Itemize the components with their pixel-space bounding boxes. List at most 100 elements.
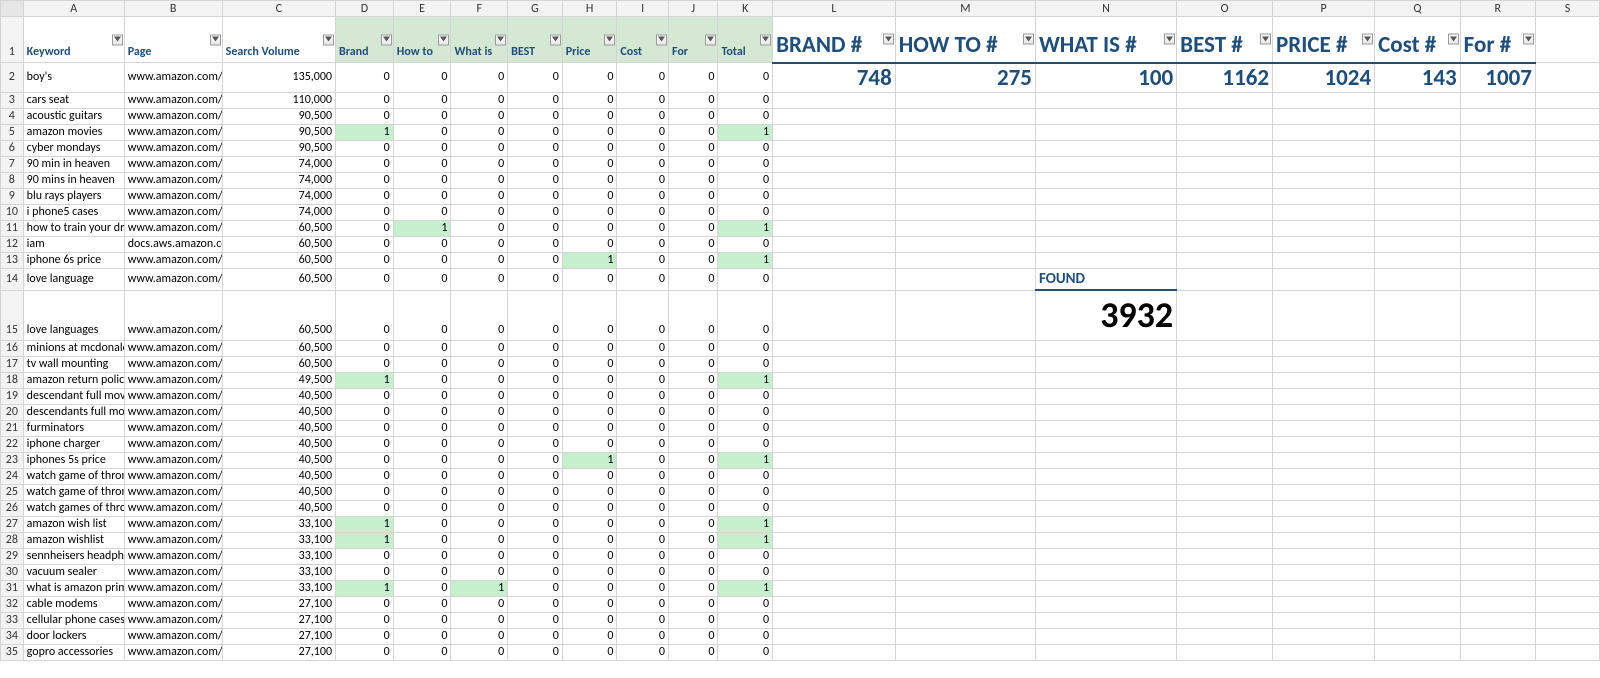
cell-best[interactable]: 0 (508, 484, 563, 500)
cell-price[interactable]: 0 (562, 516, 617, 532)
cell-empty[interactable] (1035, 644, 1176, 660)
cell-empty[interactable] (895, 628, 1035, 644)
cell-whatis[interactable]: 0 (451, 108, 508, 124)
cell-total[interactable]: 1 (718, 516, 773, 532)
cell-howto[interactable]: 0 (393, 63, 451, 93)
cell-empty[interactable] (1535, 580, 1599, 596)
cell-empty[interactable] (1177, 644, 1273, 660)
cell-howto[interactable]: 0 (393, 156, 451, 172)
cell-empty[interactable] (1273, 548, 1375, 564)
cell-empty[interactable] (1177, 92, 1273, 108)
cell-total[interactable]: 0 (718, 564, 773, 580)
cell-best[interactable]: 0 (508, 204, 563, 220)
rowhead-19[interactable]: 19 (1, 388, 24, 404)
cell-best[interactable]: 0 (508, 372, 563, 388)
cell-empty[interactable] (1375, 468, 1461, 484)
cell-keyword[interactable]: boy's (23, 63, 124, 93)
cell-whatis[interactable]: 0 (451, 63, 508, 93)
rowhead-32[interactable]: 32 (1, 596, 24, 612)
cell-howto[interactable]: 0 (393, 268, 451, 290)
cell-brand[interactable]: 1 (336, 516, 394, 532)
cell-for[interactable]: 0 (668, 548, 717, 564)
cell-for[interactable]: 0 (668, 188, 717, 204)
cell-empty[interactable] (1375, 516, 1461, 532)
cell-page[interactable]: www.amazon.com/l (124, 92, 222, 108)
cell-empty[interactable] (1375, 436, 1461, 452)
cell-brand[interactable]: 0 (336, 612, 394, 628)
cell-best[interactable]: 0 (508, 290, 563, 340)
cell-empty[interactable] (773, 548, 896, 564)
cell-searchvolume[interactable]: 60,500 (222, 252, 335, 268)
cell-price[interactable]: 0 (562, 532, 617, 548)
cell-empty[interactable] (1035, 372, 1176, 388)
cell-page[interactable]: www.amazon.com/c (124, 404, 222, 420)
cell-empty[interactable] (1375, 628, 1461, 644)
cell-page[interactable]: www.amazon.com/l (124, 628, 222, 644)
cell-brand[interactable]: 0 (336, 484, 394, 500)
cell-empty[interactable] (1460, 516, 1535, 532)
cell-price[interactable]: 0 (562, 290, 617, 340)
cell-whatis[interactable]: 1 (451, 580, 508, 596)
cell-P15[interactable] (1273, 290, 1375, 340)
cell-total[interactable]: 0 (718, 500, 773, 516)
cell-keyword[interactable]: 90 mins in heaven (23, 172, 124, 188)
cell-empty[interactable] (1460, 188, 1535, 204)
cell-empty[interactable] (1375, 452, 1461, 468)
cell-whatis[interactable]: 0 (451, 452, 508, 468)
cell-R15[interactable] (1460, 290, 1535, 340)
cell-empty[interactable] (1273, 220, 1375, 236)
cell-for[interactable]: 0 (668, 172, 717, 188)
cell-total[interactable]: 0 (718, 204, 773, 220)
cell-searchvolume[interactable]: 33,100 (222, 564, 335, 580)
cell-cost[interactable]: 0 (617, 372, 669, 388)
cell-for[interactable]: 0 (668, 340, 717, 356)
cell-whatis[interactable]: 0 (451, 500, 508, 516)
cell-empty[interactable] (1535, 612, 1599, 628)
cell-empty[interactable] (895, 548, 1035, 564)
cell-searchvolume[interactable]: 135,000 (222, 63, 335, 93)
cell-whatis[interactable]: 0 (451, 532, 508, 548)
rowhead-5[interactable]: 5 (1, 124, 24, 140)
cell-page[interactable]: www.amazon.com/l (124, 124, 222, 140)
cell-best[interactable]: 0 (508, 596, 563, 612)
cell-page[interactable]: www.amazon.com/S (124, 172, 222, 188)
cell-empty[interactable] (895, 644, 1035, 660)
cell-empty[interactable] (1375, 156, 1461, 172)
cell-page[interactable]: www.amazon.com/c (124, 468, 222, 484)
cell-whatis[interactable]: 0 (451, 290, 508, 340)
cell-whatis[interactable]: 0 (451, 252, 508, 268)
cell-brand[interactable]: 0 (336, 388, 394, 404)
cell-total[interactable]: 0 (718, 156, 773, 172)
cell-keyword[interactable]: cellular phone cases (23, 612, 124, 628)
cell-empty[interactable] (1273, 124, 1375, 140)
cell-cost[interactable]: 0 (617, 340, 669, 356)
cell-empty[interactable] (1035, 124, 1176, 140)
cell-empty[interactable] (773, 484, 896, 500)
cell-empty[interactable] (1460, 596, 1535, 612)
cell-empty[interactable] (1273, 564, 1375, 580)
cell-empty[interactable] (1035, 108, 1176, 124)
cell-empty[interactable] (1460, 612, 1535, 628)
fornum-filter-icon[interactable] (1523, 34, 1534, 45)
cell-cost[interactable]: 0 (617, 92, 669, 108)
cell-brand[interactable]: 0 (336, 452, 394, 468)
cell-empty[interactable] (1460, 172, 1535, 188)
cell-total[interactable]: 0 (718, 63, 773, 93)
found-value[interactable]: 3932 (1035, 290, 1176, 340)
cell-total[interactable]: 0 (718, 188, 773, 204)
cell-price[interactable]: 0 (562, 420, 617, 436)
cell-empty[interactable] (1177, 140, 1273, 156)
spreadsheet[interactable]: A B C D E F G H I J K L M N O P Q R S 1K… (0, 0, 1600, 678)
cell-empty[interactable] (773, 436, 896, 452)
cell-total[interactable]: 1 (718, 452, 773, 468)
cell-empty[interactable] (1177, 388, 1273, 404)
cell-keyword[interactable]: what is amazon prime (23, 580, 124, 596)
cell-price[interactable]: 0 (562, 612, 617, 628)
cell-empty[interactable] (1460, 340, 1535, 356)
cell-empty[interactable] (773, 372, 896, 388)
rowhead-20[interactable]: 20 (1, 404, 24, 420)
cell-for[interactable]: 0 (668, 484, 717, 500)
cell-cost[interactable]: 0 (617, 484, 669, 500)
col-H[interactable]: H (562, 1, 617, 17)
cell-empty[interactable] (1177, 532, 1273, 548)
